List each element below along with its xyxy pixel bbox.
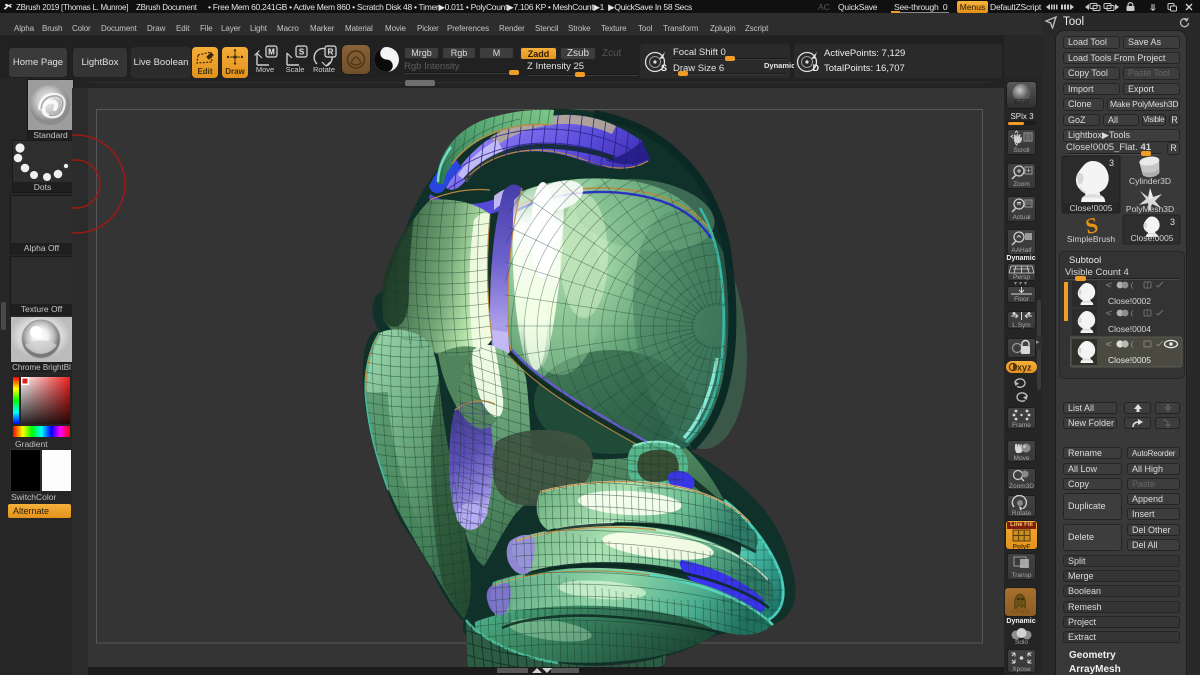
svg-text:L.Sym: L.Sym <box>1012 322 1030 329</box>
svg-text:Close!0002: Close!0002 <box>1108 296 1151 306</box>
svg-text:D: D <box>813 63 820 73</box>
svg-text:Actual: Actual <box>1012 214 1031 221</box>
svg-text:Xpose: Xpose <box>1012 666 1031 673</box>
svg-text:Ghost: Ghost <box>1012 608 1030 615</box>
svg-text:Frame: Frame <box>1012 422 1031 429</box>
svg-text:Draw: Draw <box>225 67 245 76</box>
svg-text:PolyF: PolyF <box>1013 544 1031 550</box>
svg-text:Zoom: Zoom <box>1013 181 1030 188</box>
svg-text:S: S <box>299 48 305 57</box>
svg-text:xyz: xyz <box>1017 363 1032 373</box>
svg-text:Floor: Floor <box>1014 296 1030 303</box>
svg-text:PolyMesh3D: PolyMesh3D <box>1126 204 1174 214</box>
svg-text:M: M <box>268 48 275 57</box>
svg-text:Zoom3D: Zoom3D <box>1009 483 1034 490</box>
svg-text:Edit: Edit <box>197 67 212 76</box>
svg-text:Solo: Solo <box>1015 639 1028 646</box>
svg-text:R: R <box>328 48 334 57</box>
svg-text:3: 3 <box>1109 158 1114 168</box>
svg-text:Close!0005: Close!0005 <box>1108 355 1151 365</box>
svg-text:Close!0004: Close!0004 <box>1108 324 1151 334</box>
svg-text:Move: Move <box>1014 455 1030 462</box>
svg-text:SimpleBrush: SimpleBrush <box>1067 234 1115 244</box>
svg-text:AAHalf: AAHalf <box>1011 247 1031 254</box>
svg-text:Close!0005: Close!0005 <box>1130 233 1173 243</box>
svg-text:Cylinder3D: Cylinder3D <box>1129 176 1171 186</box>
svg-text:S: S <box>661 63 667 73</box>
svg-text:3: 3 <box>1170 217 1175 227</box>
svg-text:Scroll: Scroll <box>1013 147 1030 154</box>
svg-text:Rotate: Rotate <box>1012 510 1032 517</box>
svg-text:Transp: Transp <box>1012 572 1032 579</box>
svg-text:Close!0005: Close!0005 <box>1069 203 1112 213</box>
svg-text:BPR: BPR <box>1014 99 1029 106</box>
